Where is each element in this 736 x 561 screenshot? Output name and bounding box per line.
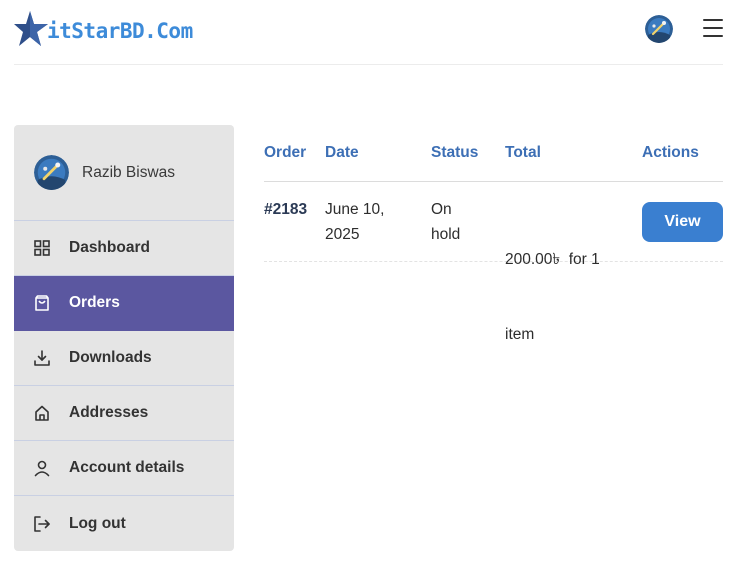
order-status-line1: On	[431, 201, 452, 218]
sidebar-item-logout[interactable]: Log out	[14, 496, 234, 551]
shopping-bag-icon	[33, 294, 51, 312]
table-row: #2183 June 10, 2025 On hold 200.00৳ for …	[264, 182, 723, 343]
sidebar-item-label: Addresses	[69, 404, 149, 421]
order-date: June 10, 2025	[325, 197, 384, 247]
avatar	[34, 155, 69, 190]
star-icon	[14, 11, 48, 46]
order-total-line2: item	[505, 326, 535, 343]
order-status-line2: hold	[431, 226, 461, 243]
site-header: itStarBD.Com	[14, 0, 723, 65]
view-order-button[interactable]: View	[642, 202, 723, 242]
account-sidebar: Razib Biswas Dashboard Orders Downloads …	[14, 125, 234, 551]
sidebar-item-dashboard[interactable]: Dashboard	[14, 221, 234, 276]
user-name: Razib Biswas	[82, 163, 176, 181]
logo-text: itStarBD.Com	[47, 19, 193, 43]
sidebar-item-label: Account details	[69, 459, 185, 476]
grid-icon	[33, 239, 51, 257]
order-number-link[interactable]: #2183	[264, 197, 307, 222]
order-total-line1: 200.00৳ for 1	[505, 251, 600, 268]
sidebar-item-downloads[interactable]: Downloads	[14, 331, 234, 386]
order-total: 200.00৳ for 1 item	[505, 197, 600, 397]
column-header-total: Total	[505, 144, 541, 161]
site-logo[interactable]: itStarBD.Com	[14, 10, 193, 48]
column-header-status: Status	[431, 144, 479, 161]
orders-table: Order Date Status Total Actions #2183 Ju…	[264, 125, 723, 343]
sidebar-item-account-details[interactable]: Account details	[14, 441, 234, 496]
table-header: Order Date Status Total Actions	[264, 125, 723, 182]
sidebar-item-label: Log out	[69, 514, 126, 532]
sidebar-item-label: Orders	[69, 294, 120, 311]
sidebar-item-orders[interactable]: Orders	[14, 276, 234, 331]
sidebar-item-addresses[interactable]: Addresses	[14, 386, 234, 441]
header-avatar[interactable]	[645, 15, 673, 43]
sidebar-item-label: Dashboard	[69, 239, 150, 256]
avatar-image	[34, 155, 69, 190]
home-icon	[33, 404, 51, 422]
download-icon	[33, 349, 51, 367]
logout-icon	[33, 515, 51, 533]
order-date-line1: June 10,	[325, 201, 385, 218]
column-header-date: Date	[325, 144, 359, 161]
user-profile: Razib Biswas	[14, 125, 234, 221]
column-header-actions: Actions	[642, 144, 699, 161]
order-date-line2: 2025	[325, 226, 360, 243]
avatar-image	[645, 15, 673, 43]
order-status: On hold	[431, 197, 460, 247]
sidebar-item-label: Downloads	[69, 349, 152, 366]
user-icon	[33, 459, 51, 477]
hamburger-menu-icon[interactable]	[703, 19, 723, 37]
column-header-order: Order	[264, 144, 307, 161]
